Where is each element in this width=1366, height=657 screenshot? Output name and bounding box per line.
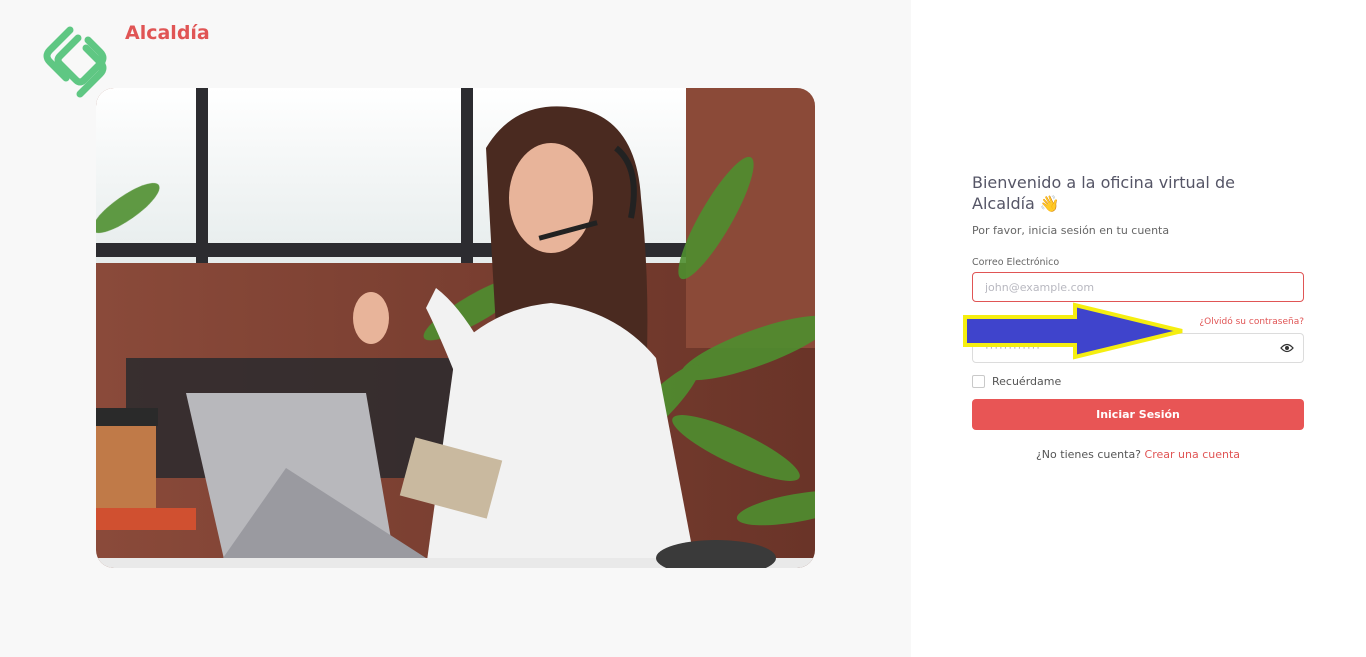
signup-row: ¿No tienes cuenta? Crear una cuenta: [972, 448, 1304, 461]
welcome-line-2: Alcaldía 👋: [972, 194, 1060, 213]
email-input[interactable]: [972, 272, 1304, 302]
brand-name: Alcaldía: [125, 22, 210, 44]
hero-illustration: [96, 88, 815, 568]
create-account-link[interactable]: Crear una cuenta: [1145, 448, 1240, 461]
remember-checkbox[interactable]: [972, 375, 985, 388]
login-button[interactable]: Iniciar Sesión: [972, 399, 1304, 430]
hero-photo: [96, 88, 815, 568]
login-subtitle: Por favor, inicia sesión en tu cuenta: [972, 224, 1170, 237]
remember-label: Recuérdame: [992, 375, 1062, 388]
no-account-text: ¿No tienes cuenta?: [1035, 448, 1142, 461]
email-label: Correo Electrónico: [972, 257, 1060, 268]
remember-row: Recuérdame: [972, 375, 1304, 388]
forgot-password-link[interactable]: ¿Olvidó su contraseña?: [1199, 317, 1304, 331]
left-panel: Alcaldía: [0, 0, 911, 657]
login-page: Alcaldía Bienvenido a la oficina virtual…: [0, 0, 1366, 657]
annotation-arrow-icon: [963, 302, 1183, 360]
welcome-heading: Bienvenido a la oficina virtual de Alcal…: [972, 172, 1304, 214]
welcome-line-1: Bienvenido a la oficina virtual de: [972, 173, 1235, 192]
brand-logo-icon: [43, 26, 107, 98]
eye-icon[interactable]: [1280, 342, 1294, 354]
